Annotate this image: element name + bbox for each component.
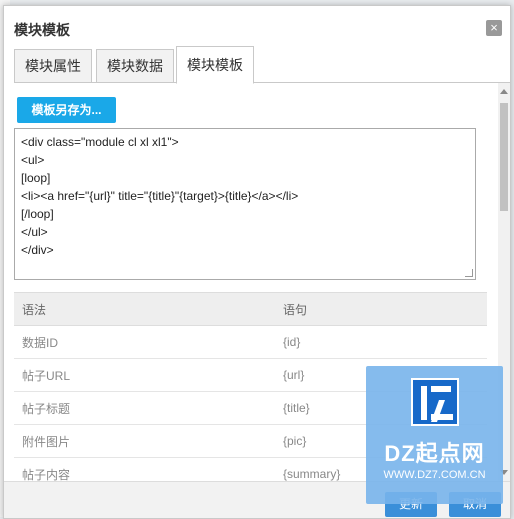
code-line: [loop] (21, 171, 51, 185)
header-syntax: 语法 (14, 292, 275, 326)
tab-module-properties[interactable]: 模块属性 (14, 49, 92, 83)
scroll-thumb[interactable] (500, 103, 508, 211)
code-line: </ul> (21, 225, 48, 239)
template-code-textarea[interactable]: <div class="module cl xl xl1"> <ul> [loo… (14, 128, 476, 280)
dialog-title: 模块模板 (14, 22, 70, 38)
tab-bar: 模块属性 模块数据 模块模板 (14, 46, 510, 84)
logo-mark-icon (411, 378, 459, 426)
code-line: <ul> (21, 153, 45, 167)
syntax-name: 帖子标题 (14, 391, 275, 425)
watermark-logo: DZ起点网 WWW.DZ7.COM.CN (366, 366, 503, 504)
save-template-as-button[interactable]: 模板另存为... (17, 97, 116, 123)
syntax-name: 附件图片 (14, 424, 275, 458)
syntax-statement: {id} (275, 325, 487, 359)
watermark-url: WWW.DZ7.COM.CN (383, 469, 486, 481)
resize-grip-icon[interactable] (465, 269, 473, 277)
table-row: 数据ID {id} (14, 325, 487, 359)
table-header-row: 语法 语句 (14, 292, 487, 326)
code-line: </div> (21, 243, 54, 257)
close-icon[interactable]: × (486, 20, 502, 36)
code-line: <div class="module cl xl xl1"> (21, 135, 179, 149)
tab-module-data[interactable]: 模块数据 (96, 49, 174, 83)
header-statement: 语句 (275, 292, 487, 326)
code-line: [/loop] (21, 207, 54, 221)
tab-module-template[interactable]: 模块模板 (176, 46, 254, 84)
syntax-name: 帖子内容 (14, 457, 275, 481)
code-line: <li><a href="{url}" title="{title}"{targ… (21, 189, 299, 203)
dialog-header: 模块模板 × (4, 6, 510, 44)
syntax-name: 数据ID (14, 325, 275, 359)
watermark-title: DZ起点网 (384, 441, 485, 466)
scroll-up-icon[interactable] (500, 89, 508, 94)
syntax-name: 帖子URL (14, 358, 275, 392)
